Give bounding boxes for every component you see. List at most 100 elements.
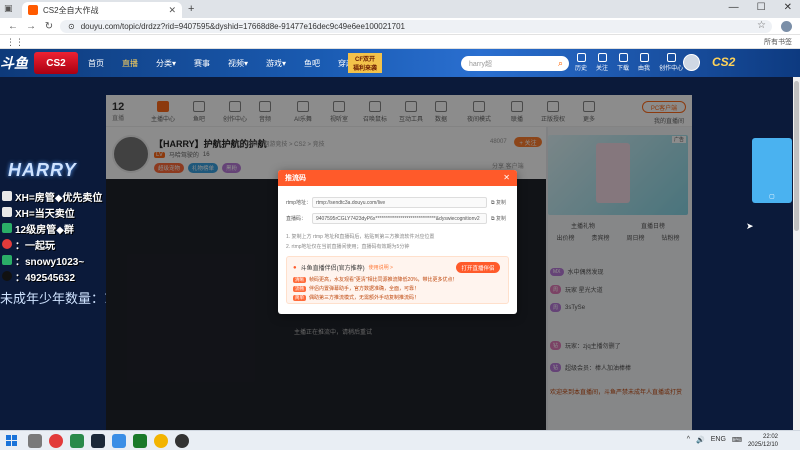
info-text: 12级房管◆群 [15,224,74,236]
nav-games[interactable]: 游戏▾ [266,58,286,69]
copy-code-button[interactable]: ⧉ 复制 [491,215,506,222]
obs-app-icon[interactable] [175,434,189,448]
netease-app-icon[interactable] [49,434,63,448]
rtmp-field[interactable]: rtmp://sendtc3a.douyu.com/live [312,197,487,208]
game-app-icon[interactable] [133,434,147,448]
volume-icon[interactable]: 🔊 [696,436,705,444]
forward-icon[interactable]: → [26,21,36,32]
info-line: XH=当天卖位 [2,204,112,220]
info-line: ：snowy1023~ [2,252,112,268]
dialog-note: 1. 复制上方 rtmp 地址和直播码后，粘贴到第三方推流软件对应位置 [286,234,435,240]
code-row: 直播码： 9407595rCGLY7423dyP6x**************… [286,213,511,224]
copy-label: 复制 [495,216,506,222]
profile-avatar-icon[interactable] [781,21,792,32]
nav-fishbar[interactable]: 鱼吧 [304,58,320,69]
reload-icon[interactable]: ↻ [44,21,54,32]
info-text: ：snowy1023~ [15,256,85,268]
windows-start-icon[interactable] [6,435,17,446]
download-button[interactable]: 下载 [617,53,629,72]
header-ad-banner[interactable]: CF双开 福利来袭 [348,53,382,73]
tool-feature: 流畅 伴侣内置弹幕助手，官方数据准确，全面，可靠！ [293,285,419,292]
info-text: XH=当天卖位 [15,208,75,220]
tool-feature: 简单 偶助第三方推流模式，无需额外手动复制推流码！ [293,294,419,301]
feature-text: 伴侣内置弹幕助手，官方数据准确，全面，可靠！ [309,286,420,292]
user-avatar[interactable] [683,54,700,71]
bookmarks-bar: ⋮⋮ 所有书签 [0,35,800,49]
history-icon [576,53,586,62]
page-scrollbar[interactable] [793,77,800,430]
tool-feature: 清晰 帧码更高，水友观看"更清"相比同源推流降低20%，带比更多优点！ [293,276,458,283]
site-logo[interactable]: 斗鱼 [0,53,28,73]
nav-category[interactable]: 分类▾ [156,58,176,69]
chrome-app-icon[interactable] [154,434,168,448]
url-text[interactable]: douyu.com/topic/drdzz?rid=9407595&dyshid… [81,22,751,31]
window-controls: — ☐ ✕ [729,2,792,13]
rtmp-row: rtmp地址： rtmp://sendtc3a.douyu.com/live ⧉… [286,197,511,208]
dialog-title: 推流码 [285,175,306,182]
system-tray: ^ 🔊 ENG ⌨ [687,436,742,444]
close-window-button[interactable]: ✕ [784,2,792,13]
feature-text: 偶助第三方推流模式，无需额外手动复制推流码！ [309,295,420,301]
promo-banner[interactable]: CS2 [34,52,78,74]
info-text: ：492545632 [15,272,76,284]
stream-info-lines: XH=房管◆优先卖位 XH=当天卖位 12级房管◆群 ：一起玩 ：snowy10… [2,188,112,284]
tab-close-icon[interactable]: ✕ [168,5,176,16]
site-search-input[interactable]: harry超 ⌕ [461,56,569,71]
all-bookmarks-link[interactable]: 所有书签 [764,37,792,47]
clock-time: 22:02 [762,434,778,440]
apps-grid-icon[interactable]: ⋮⋮ [6,37,24,48]
user-icon [2,191,12,201]
floating-side-ad[interactable]: ▢ [752,138,792,203]
clock-date: 2025/12/10 [747,442,778,448]
copy-rtmp-button[interactable]: ⧉ 复制 [491,199,506,206]
browser-tab[interactable]: CS2全自大作战 ✕ [22,2,182,18]
scrollbar-thumb[interactable] [794,81,799,231]
language-indicator[interactable]: ENG [711,436,726,444]
weibo-icon [2,239,12,249]
cs2-event-logo[interactable]: CS2 [712,55,735,69]
maximize-button[interactable]: ☐ [757,2,766,13]
back-icon[interactable]: ← [8,21,18,32]
system-clock[interactable]: 22:02 2025/12/10 [748,433,778,449]
mine-button[interactable]: 由我 [638,53,650,72]
mine-icon [639,53,649,62]
close-icon[interactable]: ✕ [503,173,510,182]
excel-app-icon[interactable] [70,434,84,448]
browser-tab-bar: ▣ CS2全自大作战 ✕ + — ☐ ✕ [0,0,800,18]
stream-key-dialog: 推流码 ✕ rtmp地址： rtmp://sendtc3a.douyu.com/… [278,170,517,314]
tab-title: CS2全自大作战 [43,5,99,15]
follow-icon [597,53,607,62]
search-app-icon[interactable] [28,434,42,448]
site-info-icon[interactable]: ⊙ [68,22,75,31]
tab-list-icon[interactable]: ▣ [4,3,13,14]
history-button[interactable]: 历史 [575,53,587,72]
follow-button[interactable]: 关注 [596,53,608,72]
steam-app-icon[interactable] [91,434,105,448]
code-label: 直播码： [286,216,307,222]
mouse-cursor-icon: ➤ [746,221,754,231]
minimize-button[interactable]: — [729,2,739,13]
nav-live[interactable]: 直播 [122,58,138,69]
keyboard-icon[interactable]: ⌨ [732,436,742,444]
feature-tag: 简单 [293,294,306,301]
dialog-note: 2. rtmp地址仅在当前直播间使用；直播码有效期为5分钟 [286,244,410,250]
bookmark-star-icon[interactable]: ☆ [757,20,766,31]
nav-video[interactable]: 视频▾ [228,58,248,69]
tray-overflow-icon[interactable]: ^ [687,436,690,444]
omnibox[interactable]: ⊙ douyu.com/topic/drdzz?rid=9407595&dysh… [60,20,772,33]
open-companion-button[interactable]: 打开直播伴侣 [456,262,500,273]
info-line: XH=房管◆优先卖位 [2,188,112,204]
nav-home[interactable]: 首页 [88,58,104,69]
creator-button[interactable]: 创作中心 [659,53,683,72]
tool-title: 斗鱼直播伴侣(官方推荐) [300,266,365,272]
header-ad-bottom: 福利来袭 [352,66,377,72]
info-text: XH=房管◆优先卖位 [15,192,103,204]
files-app-icon[interactable] [112,434,126,448]
wechat-icon [2,223,12,233]
stream-code-field[interactable]: 9407595rCGLY7423dyP6x*******************… [312,213,487,224]
nav-events[interactable]: 赛事 [194,58,210,69]
search-placeholder: harry超 [469,60,492,68]
usage-guide-link[interactable]: 使用说明 > [369,264,393,271]
new-tab-icon[interactable]: + [188,3,194,15]
search-icon[interactable]: ⌕ [558,58,563,69]
